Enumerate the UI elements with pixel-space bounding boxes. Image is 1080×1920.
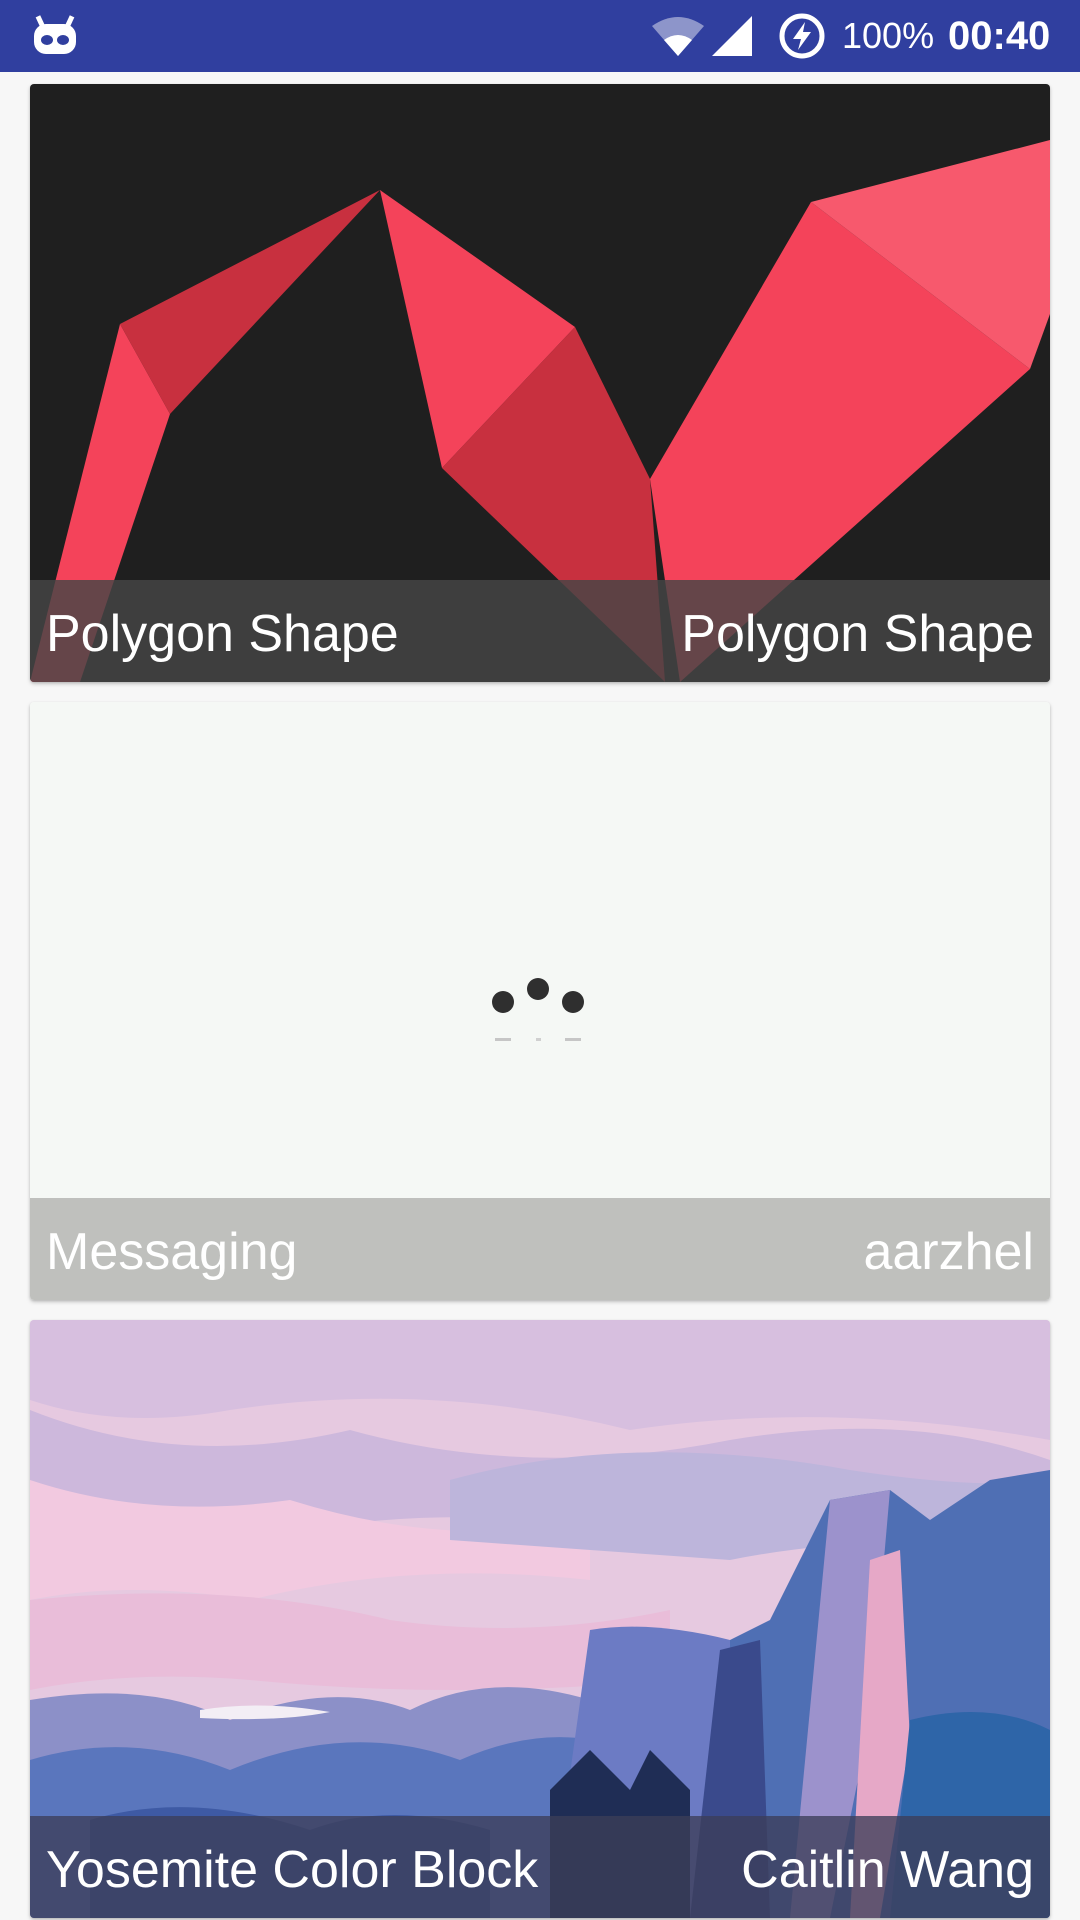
card-author: Polygon Shape bbox=[681, 605, 1034, 663]
wifi-icon bbox=[652, 17, 704, 56]
wallpaper-card-messaging[interactable]: Messaging aarzhel bbox=[30, 702, 1050, 1300]
card-title: Messaging bbox=[46, 1223, 298, 1281]
card-caption: Yosemite Color Block Caitlin Wang bbox=[30, 1816, 1050, 1918]
wallpaper-card-polygon-shape[interactable]: Polygon Shape Polygon Shape bbox=[30, 84, 1050, 682]
battery-charging-icon bbox=[779, 13, 825, 59]
card-title: Polygon Shape bbox=[46, 605, 399, 663]
battery-percentage: 100% bbox=[842, 15, 935, 56]
clock: 00:40 bbox=[948, 14, 1051, 58]
card-author: Caitlin Wang bbox=[741, 1841, 1034, 1899]
card-caption: Polygon Shape Polygon Shape bbox=[30, 580, 1050, 682]
android-debug-icon bbox=[34, 15, 76, 54]
cell-signal-icon bbox=[712, 16, 752, 56]
status-bar: 100% 00:40 bbox=[0, 0, 1080, 72]
card-author: aarzhel bbox=[863, 1223, 1034, 1281]
card-title: Yosemite Color Block bbox=[46, 1841, 539, 1899]
wallpaper-card-yosemite[interactable]: Yosemite Color Block Caitlin Wang bbox=[30, 1320, 1050, 1918]
card-caption: Messaging aarzhel bbox=[30, 1198, 1050, 1300]
